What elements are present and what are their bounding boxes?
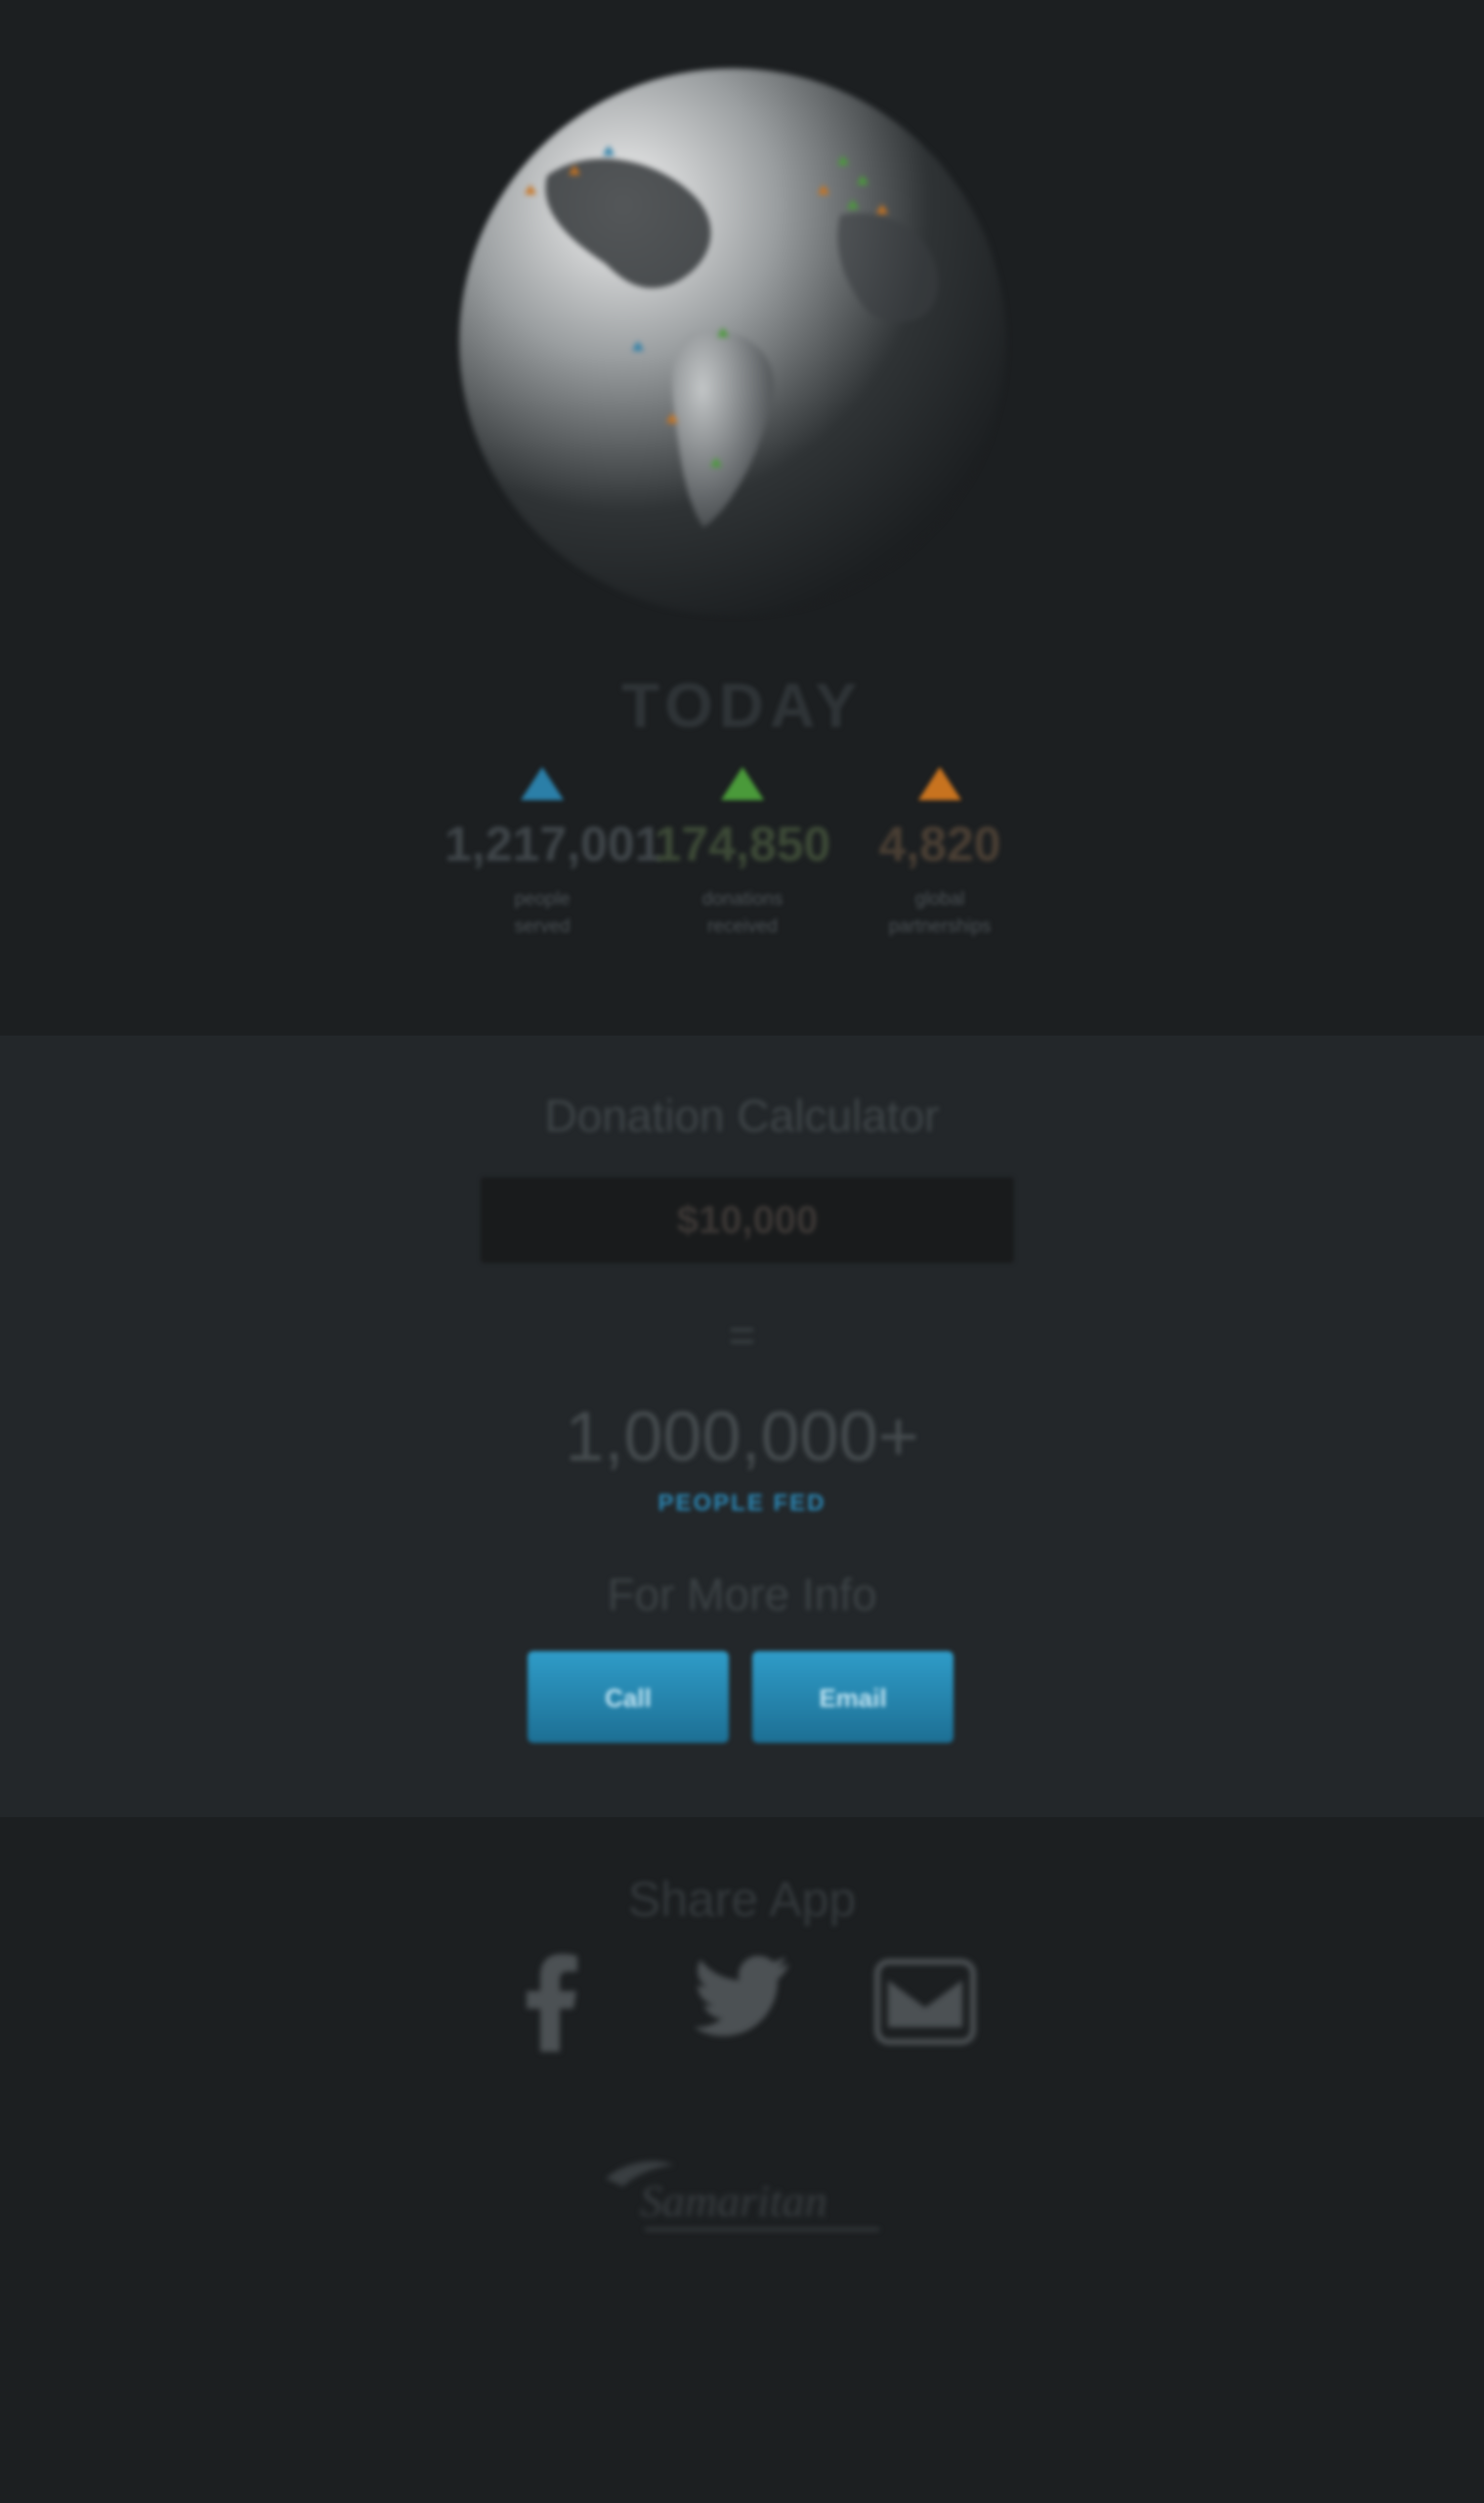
share-section: Share App Samaritan xyxy=(0,1817,1484,2503)
equals-sign: = xyxy=(728,1310,756,1362)
up-arrow-icon xyxy=(721,767,764,800)
stat-donations: 174,850 donations received xyxy=(645,767,840,941)
app-page: TODAY 1,217,001 people served 174,850 do… xyxy=(0,0,1484,2503)
stat-value: 1,217,001 xyxy=(445,817,662,871)
result-label: PEOPLE FED xyxy=(657,1490,827,1516)
facebook-icon[interactable] xyxy=(523,1954,581,2057)
email-icon[interactable] xyxy=(874,1959,976,2050)
result-value: 1,000,000+ xyxy=(565,1398,919,1476)
stats-row: 1,217,001 people served 174,850 donation… xyxy=(0,767,1484,962)
stat-people-served: 1,217,001 people served xyxy=(445,767,662,941)
brand-logo: Samaritan xyxy=(586,2140,899,2257)
email-button[interactable]: Email xyxy=(752,1651,954,1743)
stat-value: 4,820 xyxy=(878,817,1001,871)
up-arrow-icon xyxy=(521,767,564,800)
twitter-icon[interactable] xyxy=(694,1954,789,2043)
today-heading: TODAY xyxy=(621,670,863,741)
stat-value: 174,850 xyxy=(654,817,831,871)
stat-label: donations received xyxy=(701,889,784,937)
up-arrow-icon xyxy=(918,767,961,800)
globe-image xyxy=(430,39,1036,645)
calculator-title: Donation Calculator xyxy=(544,1090,940,1141)
call-button[interactable]: Call xyxy=(528,1651,729,1743)
stat-label: people served xyxy=(514,889,571,937)
share-title: Share App xyxy=(627,1872,857,1927)
stats-section: TODAY 1,217,001 people served 174,850 do… xyxy=(0,0,1484,1036)
stat-label: global partnerships xyxy=(888,889,992,937)
svg-text:Samaritan: Samaritan xyxy=(640,2176,827,2226)
donation-calculator: Donation Calculator = 1,000,000+ PEOPLE … xyxy=(0,1036,1484,1817)
stat-partnerships: 4,820 global partnerships xyxy=(842,767,1038,941)
donation-amount-input[interactable] xyxy=(481,1177,1014,1263)
more-info-heading: For More Info xyxy=(607,1569,877,1620)
